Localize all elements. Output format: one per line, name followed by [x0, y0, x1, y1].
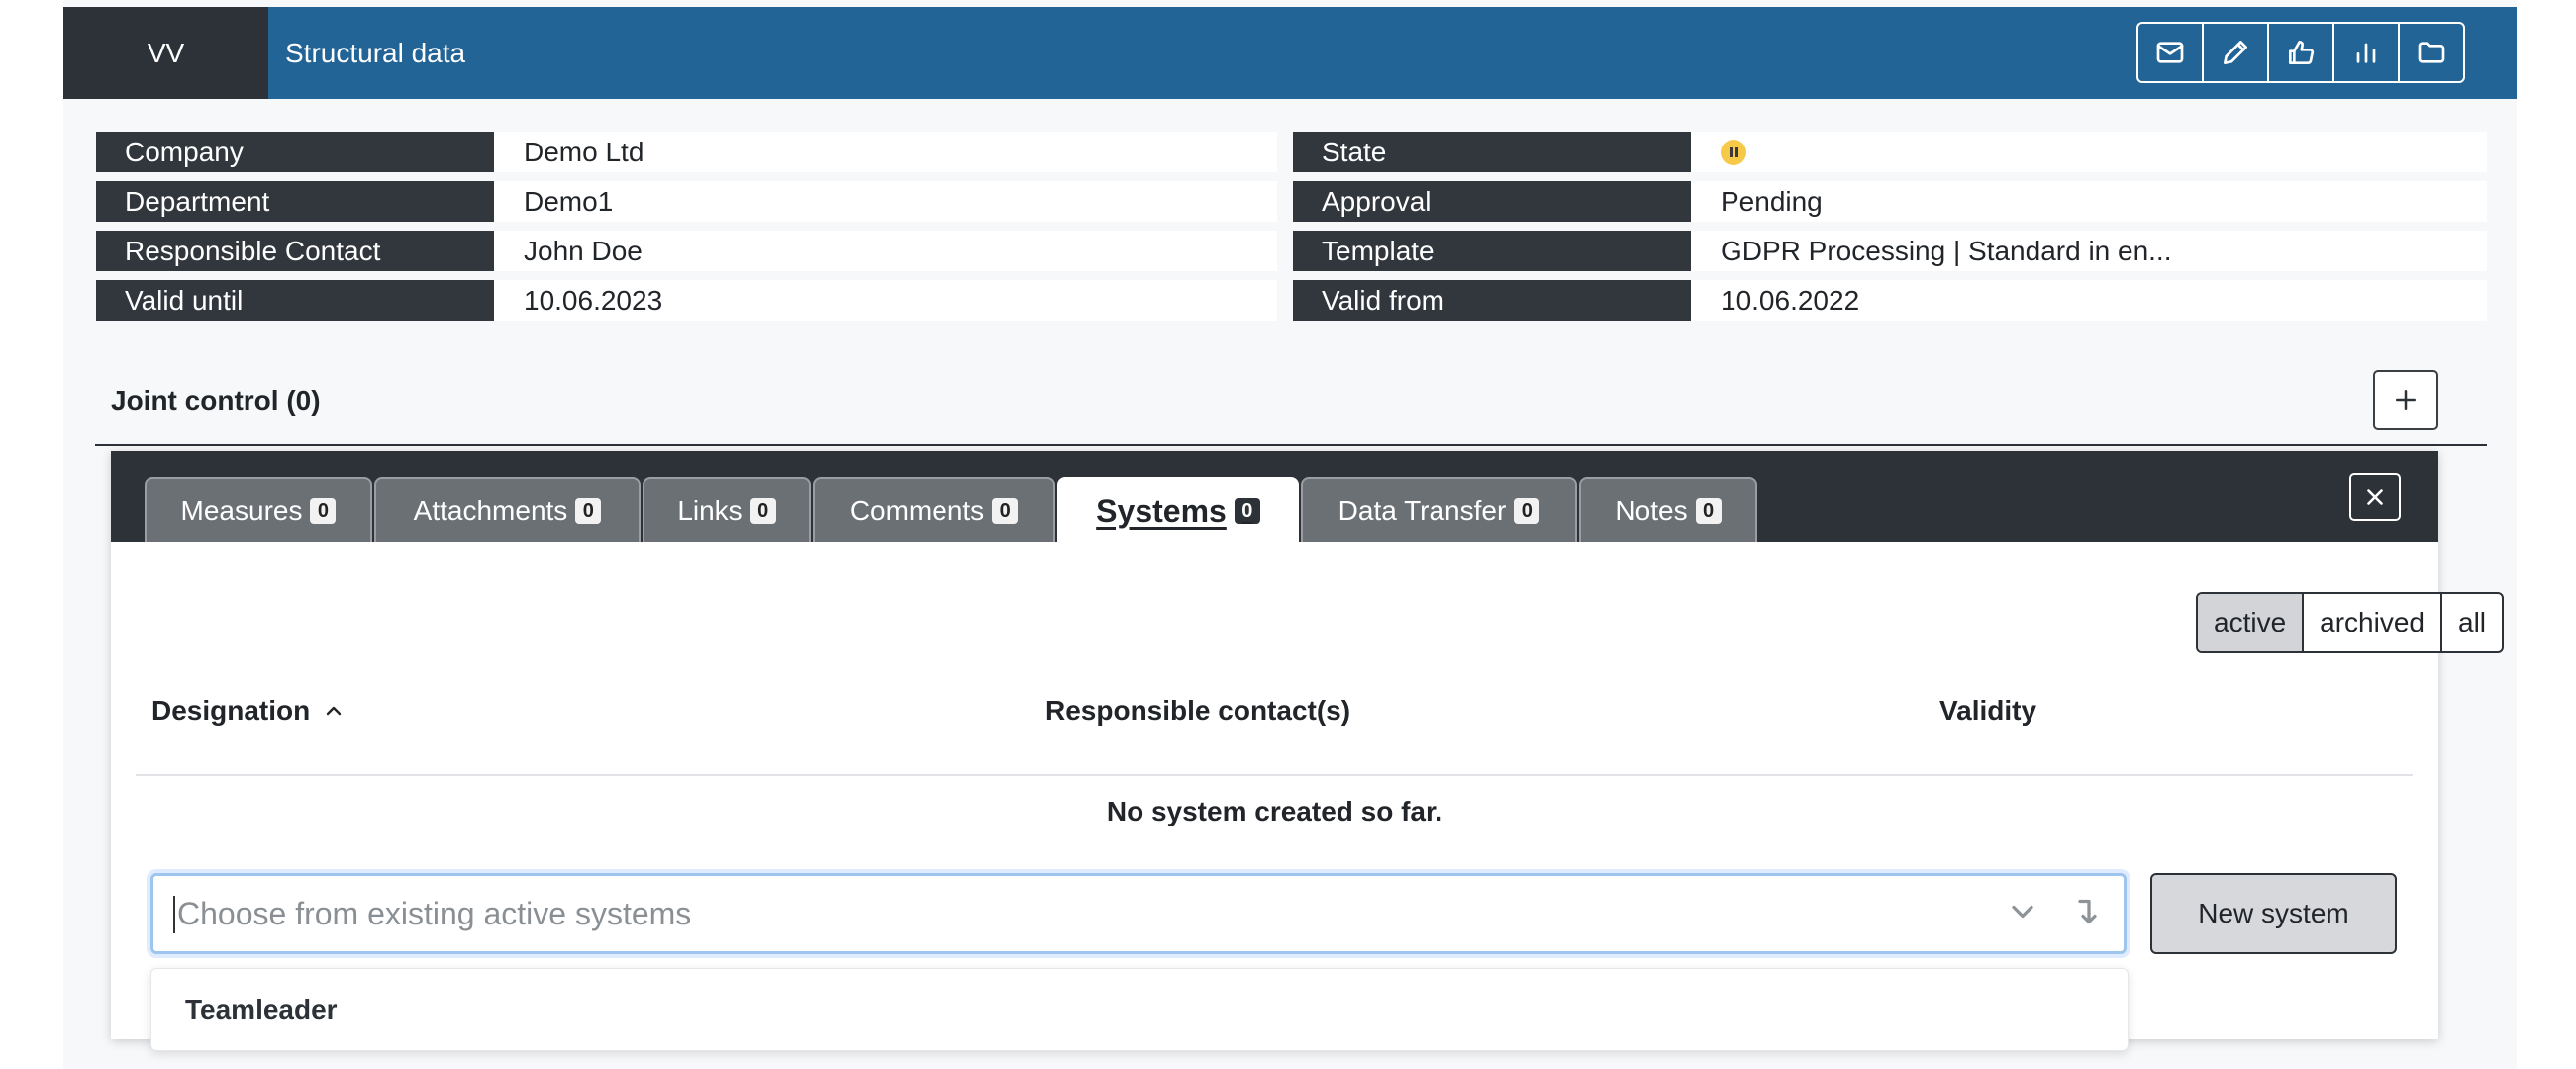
company-value: Demo Ltd	[494, 132, 1277, 172]
joint-control-title: Joint control (0)	[111, 385, 321, 416]
template-label: Template	[1293, 231, 1691, 271]
column-header-designation[interactable]: Designation	[151, 695, 346, 727]
structural-data-header: VV Structural data	[63, 7, 2517, 99]
select-controls	[2005, 894, 2104, 929]
tab-label: Data Transfer	[1338, 495, 1507, 526]
thumbs-up-icon	[2289, 41, 2315, 64]
tab-data-transfer[interactable]: Data Transfer 0	[1301, 477, 1577, 542]
template-value: GDPR Processing | Standard in en...	[1691, 231, 2487, 271]
tab-comments[interactable]: Comments 0	[813, 477, 1055, 542]
tab-label: Measures	[180, 495, 303, 526]
tab-count-badge: 0	[1234, 498, 1260, 524]
table-header-divider	[136, 774, 2413, 776]
section-divider	[95, 444, 2487, 446]
valid-until-label: Valid until	[96, 280, 494, 321]
tab-label: Notes	[1615, 495, 1688, 526]
column-header-responsible-contacts[interactable]: Responsible contact(s)	[1045, 695, 1350, 727]
details-panel: Measures 0 Attachments 0 Links 0 Comments 0 …	[111, 451, 2505, 1039]
filter-all-button[interactable]: all	[2442, 594, 2502, 651]
plus-icon	[2396, 390, 2416, 410]
tab-count-badge: 0	[992, 498, 1019, 524]
system-search-input[interactable]	[153, 884, 1935, 943]
add-joint-control-button[interactable]	[2373, 370, 2438, 430]
status-filter: active archived all	[2196, 592, 2505, 653]
folder-button[interactable]	[2400, 24, 2463, 81]
tab-label: Comments	[849, 495, 985, 526]
close-panel-button[interactable]	[2349, 473, 2401, 521]
record-badge: VV	[63, 7, 268, 99]
tab-count-badge: 0	[749, 498, 776, 524]
tab-links[interactable]: Links 0	[643, 477, 811, 542]
sort-ascending-icon	[327, 706, 342, 716]
approval-label: Approval	[1293, 181, 1691, 222]
mail-icon	[2156, 42, 2184, 63]
header-title: Structural data	[285, 37, 466, 68]
tab-count-badge: 0	[310, 498, 337, 524]
edit-button[interactable]	[2204, 24, 2269, 81]
responsible-contact-label: Responsible Contact	[96, 231, 494, 271]
empty-table-message: No system created so far.	[1106, 796, 1443, 826]
pencil-icon	[2224, 41, 2247, 64]
tab-count-badge: 0	[575, 498, 602, 524]
tab-systems[interactable]: Systems 0	[1057, 477, 1299, 542]
valid-from-label: Valid from	[1293, 280, 1691, 321]
panel-tab-bar: Measures 0 Attachments 0 Links 0 Comments 0 …	[111, 451, 2438, 542]
folder-icon	[2418, 42, 2445, 63]
tab-measures[interactable]: Measures 0	[145, 477, 372, 542]
tab-label: Systems	[1096, 492, 1227, 529]
valid-until-value: 10.06.2023	[494, 280, 1277, 321]
tab-label: Attachments	[413, 495, 568, 526]
tab-attachments[interactable]: Attachments 0	[374, 477, 641, 542]
state-label: State	[1293, 132, 1691, 172]
responsible-contact-value: John Doe	[494, 231, 1277, 271]
tab-count-badge: 0	[1695, 498, 1722, 524]
dropdown-option-teamleader[interactable]: Teamleader	[150, 968, 2129, 1051]
header-toolbar	[2136, 22, 2465, 83]
pause-icon	[1721, 139, 1746, 165]
close-icon	[2367, 489, 2383, 505]
column-header-label: Designation	[151, 695, 311, 726]
tab-notes[interactable]: Notes 0	[1579, 477, 1757, 542]
new-system-button[interactable]: New system	[2150, 873, 2397, 954]
approve-button[interactable]	[2269, 24, 2334, 81]
valid-from-value: 10.06.2022	[1691, 280, 2487, 321]
filter-active-button[interactable]: active	[2198, 594, 2305, 651]
enter-arrow-icon[interactable]	[2068, 894, 2104, 929]
company-label: Company	[96, 132, 494, 172]
chevron-down-icon[interactable]	[2005, 894, 2040, 929]
text-cursor	[173, 896, 175, 933]
tab-label: Links	[677, 495, 743, 526]
tab-count-badge: 0	[1514, 498, 1540, 524]
department-label: Department	[96, 181, 494, 222]
statistics-button[interactable]	[2334, 24, 2400, 81]
approval-value: Pending	[1691, 181, 2487, 222]
state-value	[1691, 132, 2487, 172]
column-header-validity[interactable]: Validity	[1939, 695, 2036, 727]
department-value: Demo1	[494, 181, 1277, 222]
filter-archived-button[interactable]: archived	[2304, 594, 2442, 651]
bar-chart-icon	[2356, 43, 2376, 63]
mail-button[interactable]	[2138, 24, 2204, 81]
existing-system-select[interactable]	[150, 873, 2127, 954]
